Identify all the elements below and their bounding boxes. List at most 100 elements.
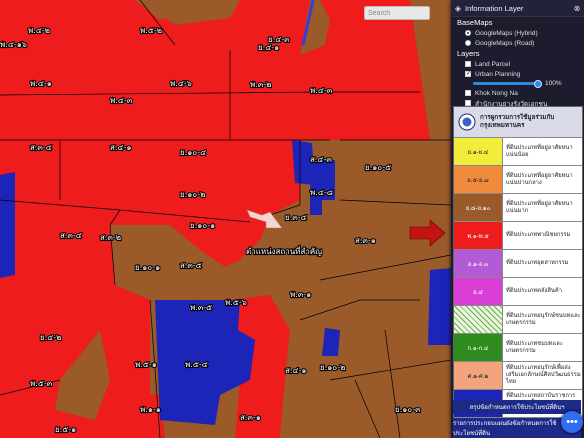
legend-header-text: การผูกรวมการใช้มูลร่วมกับกรุงเทพมหานคร <box>480 114 555 129</box>
legend-description: ที่ดินประเภทอนุรักษ์เพื่อส่งเสริมเอกลักษ… <box>503 362 582 389</box>
map-view[interactable]: พ.๔-๒ พ.๕-๒ ย.๔-๓ ย.๔-๑ พ.๔-๑๖ พ.๔-๑ พ.๔-๖ พ.๓-… <box>0 0 451 438</box>
checkbox-icon[interactable] <box>465 90 471 96</box>
legend-swatch: ย.๕-ย.๗ <box>454 166 503 193</box>
map-search-input[interactable] <box>364 6 430 20</box>
zone-label: ย.๑๐-๕ <box>365 163 391 172</box>
zone-label: ส.๓-๑ <box>240 413 261 422</box>
legend-row: อ.๔ ที่ดินประเภทคลังสินค้า <box>454 278 582 306</box>
opacity-slider-row: 100% <box>451 79 584 88</box>
basemap-option-road[interactable]: GoogleMaps (Road) <box>451 38 584 48</box>
zone-label: ส.๓-๒ <box>100 233 121 242</box>
zone-label: ส.๓-๔ <box>30 143 52 152</box>
zone-label: พ.๕-๑ <box>135 360 157 369</box>
zone-label: ย.๑๐-๒ <box>180 190 205 199</box>
layer-land-parcel[interactable]: Land Parcel <box>451 59 584 69</box>
zone-label: พ.๕-๒ <box>140 26 162 35</box>
legend-description: ที่ดินประเภทพาณิชยกรรม <box>503 222 582 249</box>
place-label: ตำแหน่งสถานที่สำคัญ <box>246 245 322 256</box>
information-layer-panel: ◈ Information Layer ⊗ BaseMaps GoogleMap… <box>451 0 584 438</box>
legend-row: ย.๑-ย.๔ ที่ดินประเภทที่อยู่อาศัยหนาแน่นน้… <box>454 138 582 166</box>
zone-label: ย.๑๐-๑ <box>135 263 160 272</box>
zone-label: ย.๔-๒ <box>40 333 61 342</box>
zone-label: พ.๕-๖ <box>225 298 247 307</box>
zone-label: พ.๔-๘ <box>310 188 333 197</box>
layer-label: Urban Planning <box>475 70 521 78</box>
legend-row: ที่ดินประเภทอนุรักษ์ชนบทและเกษตรกรรม <box>454 306 582 334</box>
zone-label: ย.๔-๑ <box>258 43 279 52</box>
zone-label: ย.๑๐-๓ <box>395 405 421 414</box>
basemap-label: GoogleMaps (Road) <box>475 39 535 47</box>
opacity-slider[interactable] <box>473 80 542 88</box>
zone-label: พ.๔-๓ <box>310 86 333 95</box>
legend-swatch: พ.๑-พ.๕ <box>454 222 503 249</box>
basemaps-heading: BaseMaps <box>457 18 493 27</box>
legend-swatch: ย.๘-ย.๑๐ <box>454 194 503 221</box>
zone-label: ส.๓-๔ <box>60 231 82 240</box>
legend-row: ย.๘-ย.๑๐ ที่ดินประเภทที่อยู่อาศัยหนาแน่นม… <box>454 194 582 222</box>
legend-row: ศ.๑-ศ.๒ ที่ดินประเภทอนุรักษ์เพื่อส่งเสริม… <box>454 362 582 390</box>
zone-label: ส.๔-๑ <box>285 366 306 375</box>
blue-institution-zone-6 <box>428 268 451 345</box>
checkbox-checked-icon[interactable]: ✓ <box>465 71 471 77</box>
legend-description: ที่ดินประเภทชนบทและเกษตรกรรม <box>503 334 582 361</box>
legend-swatch: อ.๑-อ.๓ <box>454 250 503 277</box>
legend-row: อ.๑-อ.๓ ที่ดินประเภทอุตสาหกรรม <box>454 250 582 278</box>
zone-label: พ.๕-๓ <box>30 379 53 388</box>
basemap-option-hybrid[interactable]: GoogleMaps (Hybrid) <box>451 28 584 38</box>
layers-icon: ◈ <box>454 3 462 13</box>
legend-row: ก.๑-ก.๔ ที่ดินประเภทชนบทและเกษตรกรรม <box>454 334 582 362</box>
bangkok-seal-icon <box>454 113 480 131</box>
checkbox-icon[interactable] <box>465 61 471 67</box>
legend-description: ที่ดินประเภทที่อยู่อาศัยหนาแน่นน้อย <box>503 138 582 165</box>
legend-swatch: ย.๑-ย.๔ <box>454 138 503 165</box>
zone-label: ส.๔-๓ <box>310 155 332 164</box>
slider-knob[interactable] <box>534 80 542 88</box>
zone-label: พ.๔-๑๖ <box>0 40 27 49</box>
zone-label: พ.๔-๑ <box>30 79 52 88</box>
blue-institution-zone-5 <box>322 328 340 356</box>
urban-planning-map[interactable]: พ.๔-๒ พ.๕-๒ย.๔-๓ย.๔-๑พ.๔-๑๖พ.๔-๑ พ.๔-๖ พ.๓-… <box>0 0 451 438</box>
zone-label: ส.๓-๕ <box>180 261 202 270</box>
legend-description: ที่ดินประเภทคลังสินค้า <box>503 278 582 305</box>
zone-label: ย.๕-๑ <box>55 425 76 434</box>
zone-label: พ.๔-๒ <box>28 26 50 35</box>
layer-label: Land Parcel <box>475 60 511 68</box>
legend-row: ย.๕-ย.๗ ที่ดินประเภทที่อยู่อาศัยหนาแน่นปา… <box>454 166 582 194</box>
legend-description: ที่ดินประเภทอนุรักษ์ชนบทและเกษตรกรรม <box>503 306 582 333</box>
legend-description: ที่ดินประเภทที่อยู่อาศัยหนาแน่นมาก <box>503 194 582 221</box>
zone-label: พ.๔-๓ <box>110 96 133 105</box>
zone-label: พ.๓-๕ <box>190 303 212 312</box>
zone-label: ส.๓-๑ <box>355 236 376 245</box>
blue-institution-zone-1 <box>0 172 15 278</box>
layer-urban-planning[interactable]: ✓ Urban Planning <box>451 69 584 79</box>
layer-khok-nong-na[interactable]: Khok Nong Na <box>451 88 584 98</box>
legend-swatch: อ.๔ <box>454 278 503 305</box>
zone-label: พ.๓-๒ <box>250 80 271 89</box>
basemap-label: GoogleMaps (Hybrid) <box>475 29 538 37</box>
legend-header: การผูกรวมการใช้มูลร่วมกับกรุงเทพมหานคร <box>454 107 582 138</box>
panel-header: ◈ Information Layer ⊗ <box>451 0 584 17</box>
zone-label: พ.๕-๔ <box>185 360 208 369</box>
radio-icon[interactable] <box>465 40 471 46</box>
legend-table: การผูกรวมการใช้มูลร่วมกับกรุงเทพมหานคร ย… <box>453 106 583 419</box>
legend-description: ที่ดินประเภทที่อยู่อาศัยหนาแน่นปานกลาง <box>503 166 582 193</box>
legend-swatch: ก.๑-ก.๔ <box>454 334 503 361</box>
legend-row: พ.๑-พ.๕ ที่ดินประเภทพาณิชยกรรม <box>454 222 582 250</box>
legend-swatch: ศ.๑-ศ.๒ <box>454 362 503 389</box>
legend-description: ที่ดินประเภทอุตสาหกรรม <box>503 250 582 277</box>
layers-heading: Layers <box>457 49 480 58</box>
radio-selected-icon[interactable] <box>465 30 471 36</box>
zone-label: ย.๑๐-๒ <box>320 363 345 372</box>
zone-label: ย.๑๐-๔ <box>180 148 206 157</box>
zone-label: พ.๔-๖ <box>170 79 192 88</box>
zone-label: ย.๓-๔ <box>285 213 307 222</box>
summary-regulations-button[interactable]: สรุปข้อกำหนดการใช้ประโยชน์ที่ดินฯ <box>453 400 581 414</box>
zone-label: พ.๓-๑ <box>290 290 311 299</box>
zone-label: พ.๑-๑ <box>140 405 161 414</box>
chat-bubble-icon[interactable]: ••• <box>561 411 583 433</box>
zone-label: ส.๔-๑ <box>110 143 131 152</box>
red-commercial-zone-south <box>95 390 165 438</box>
opacity-value: 100% <box>545 80 562 87</box>
close-icon[interactable]: ⊗ <box>570 4 584 13</box>
legend-swatch <box>454 306 503 333</box>
